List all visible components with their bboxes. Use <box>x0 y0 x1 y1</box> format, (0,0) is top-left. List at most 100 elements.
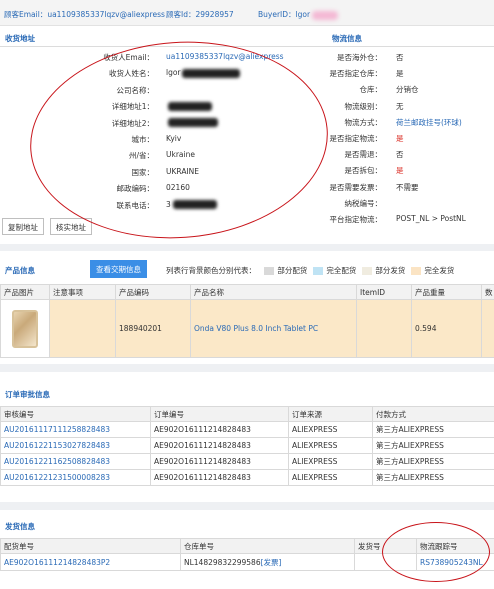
tracking-number-link[interactable]: RS738905243NL <box>416 553 494 571</box>
legend-swatch <box>264 267 275 275</box>
row-color-legend: 列表行背景颜色分别代表： 部分配货 完全配货 部分发货 完全发货 <box>166 265 454 276</box>
audit-number-link[interactable]: AU20161221153027828483 <box>0 437 151 454</box>
audit-number-link[interactable]: AU20161221231500008283 <box>0 469 151 486</box>
address-field-label: 详细地址1： <box>111 102 154 112</box>
section-gap <box>0 364 494 372</box>
legend-swatch <box>313 267 324 275</box>
product-table: 产品图片 注意事项 产品编码 产品名称 ItemID 产品重量数 188940201 Ond… <box>0 284 494 358</box>
logistics-field-label: 是否指定仓库： <box>329 69 383 79</box>
logistics-field-label: 物流级别： <box>344 101 383 111</box>
logistics-field-label: 是否海外仓： <box>337 53 382 62</box>
column-header: 订单编号 <box>150 406 289 422</box>
buyer-id-value: lgor <box>295 10 311 19</box>
logistics-row: 平台指定物流： POST_NL > PostNL <box>300 214 494 229</box>
product-note <box>49 299 116 358</box>
section-gap <box>0 244 494 251</box>
audit-number-link[interactable]: AU20161117111258828483 <box>0 421 151 438</box>
address-row: 详细地址1： <box>0 101 300 116</box>
address-field-label: 详细地址2： <box>111 118 154 128</box>
verify-address-button[interactable]: 核实地址 <box>50 218 92 235</box>
column-header: 审核编号 <box>0 406 151 422</box>
logistics-field-label: 是否需要发票： <box>329 182 383 192</box>
redaction-mark <box>172 200 217 210</box>
tablet-thumbnail[interactable] <box>12 309 38 348</box>
order-source: ALIEXPRESS <box>288 437 373 454</box>
logistics-field-label: 纳税编号： <box>344 198 383 208</box>
payment-method: 第三方ALIEXPRESS <box>372 437 494 454</box>
audit-number-link[interactable]: AU20161221162508828483 <box>0 453 151 470</box>
column-header: 物流跟踪号 <box>416 538 494 554</box>
address-field-label: 州/省： <box>128 151 154 161</box>
product-qty <box>481 299 494 358</box>
audit-row: AU20161117111258828483 AE902O161112148284… <box>0 421 494 438</box>
payment-method: 第三方ALIEXPRESS <box>372 453 494 470</box>
redaction-mark <box>168 101 212 111</box>
product-name-link[interactable]: Onda V80 Plus 8.0 Inch Tablet PC <box>190 299 357 358</box>
column-header: 产品名称 <box>190 284 357 300</box>
customer-header: 顾客Email：ua1109385337lqzv@aliexpress 顾客Id… <box>0 0 494 26</box>
product-section-title: 产品信息 <box>5 266 35 275</box>
address-row: 州/省： Ukraine <box>0 150 300 165</box>
address-field-label: 城市： <box>131 135 155 144</box>
pick-number-link[interactable]: AE902O16111214828483P2 <box>0 553 181 571</box>
customer-id: 顾客Id：29928957 <box>166 9 234 20</box>
view-delivery-button[interactable]: 查看交期信息 <box>90 260 147 278</box>
logistics-field-label: 是否拆包： <box>344 166 383 176</box>
warehouse-number: NL1482983229958​6[发票] <box>180 553 355 571</box>
column-header: 仓库单号 <box>180 538 355 554</box>
address-section-title: 收货地址 <box>5 34 35 43</box>
legend-item: 完全配货 <box>313 266 356 275</box>
shipment-number <box>354 553 417 571</box>
address-field-value <box>166 118 218 128</box>
logistics-field-value: POST_NL > PostNL <box>396 214 466 223</box>
address-field-value: 3 <box>166 200 217 210</box>
invoice-link[interactable]: [发票] <box>261 558 282 567</box>
customer-email-value: ua1109385337lqzv@aliexpress <box>47 10 165 19</box>
address-row: 城市： Kyiv <box>0 134 300 149</box>
logistics-row: 仓库： 分销仓 <box>300 84 494 99</box>
legend-swatch <box>411 267 422 275</box>
column-header: 产品编码 <box>115 284 191 300</box>
logistics-field-value: 分销仓 <box>396 85 419 95</box>
address-row: 详细地址2： <box>0 118 300 133</box>
legend-item: 部分配货 <box>264 266 307 275</box>
legend-label: 完全配货 <box>326 266 357 275</box>
copy-address-button[interactable]: 复制地址 <box>2 218 44 235</box>
address-field-value: ua1109385337lqzv@aliexpress <box>166 52 284 61</box>
redaction-mark <box>181 68 240 78</box>
product-image-cell <box>0 299 50 358</box>
address-field-label: 国家： <box>131 167 155 177</box>
customer-email: 顾客Email：ua1109385337lqzv@aliexpress <box>4 9 165 20</box>
shipping-table: 配货单号 仓库单号 发货号 物流跟踪号 AE902O16111214828483P2 N… <box>0 538 494 571</box>
logistics-field-value: 否 <box>396 53 404 62</box>
address-row: 邮政编码： 02160 <box>0 183 300 198</box>
logistics-field-value: 是 <box>396 166 404 176</box>
column-header: 产品重量 <box>411 284 482 300</box>
address-field-value: lgor <box>166 68 240 78</box>
section-gap <box>0 502 494 510</box>
product-item-id <box>356 299 412 358</box>
shipping-method-link[interactable]: 荷兰邮政挂号(环球) <box>396 117 462 128</box>
column-header: 订单来源 <box>288 406 373 422</box>
legend-item: 完全发货 <box>411 266 454 275</box>
legend-swatch <box>362 267 373 275</box>
logistics-field-label: 仓库： <box>359 85 383 95</box>
shipping-row: AE902O16111214828483P2 NL1482983229958​6[… <box>0 553 494 571</box>
order-source: ALIEXPRESS <box>288 469 373 486</box>
audit-table: 审核编号 订单编号 订单来源 付款方式 AU20161117111258828483 A… <box>0 406 494 486</box>
address-field-label: 收货人Email： <box>103 53 154 62</box>
shipping-section-title: 发货信息 <box>5 522 35 531</box>
product-row: 188940201 Onda V80 Plus 8.0 Inch Tablet P… <box>0 299 494 358</box>
legend-label: 部分配货 <box>277 266 308 275</box>
column-header: 发货号 <box>354 538 417 554</box>
logistics-field-value: 无 <box>396 101 404 111</box>
logistics-field-value: 不需要 <box>396 182 419 192</box>
logistics-row: 纳税编号： <box>300 198 494 213</box>
logistics-field-label: 是否需退： <box>344 150 383 160</box>
column-header: 付款方式 <box>372 406 494 422</box>
logistics-field-label: 是否指定物流： <box>329 134 383 143</box>
audit-row: AU20161221231500008283 AE902O161112148284… <box>0 469 494 486</box>
address-field-value <box>166 101 212 111</box>
payment-method: 第三方ALIEXPRESS <box>372 469 494 486</box>
address-field-label: 联系电话： <box>116 200 155 210</box>
